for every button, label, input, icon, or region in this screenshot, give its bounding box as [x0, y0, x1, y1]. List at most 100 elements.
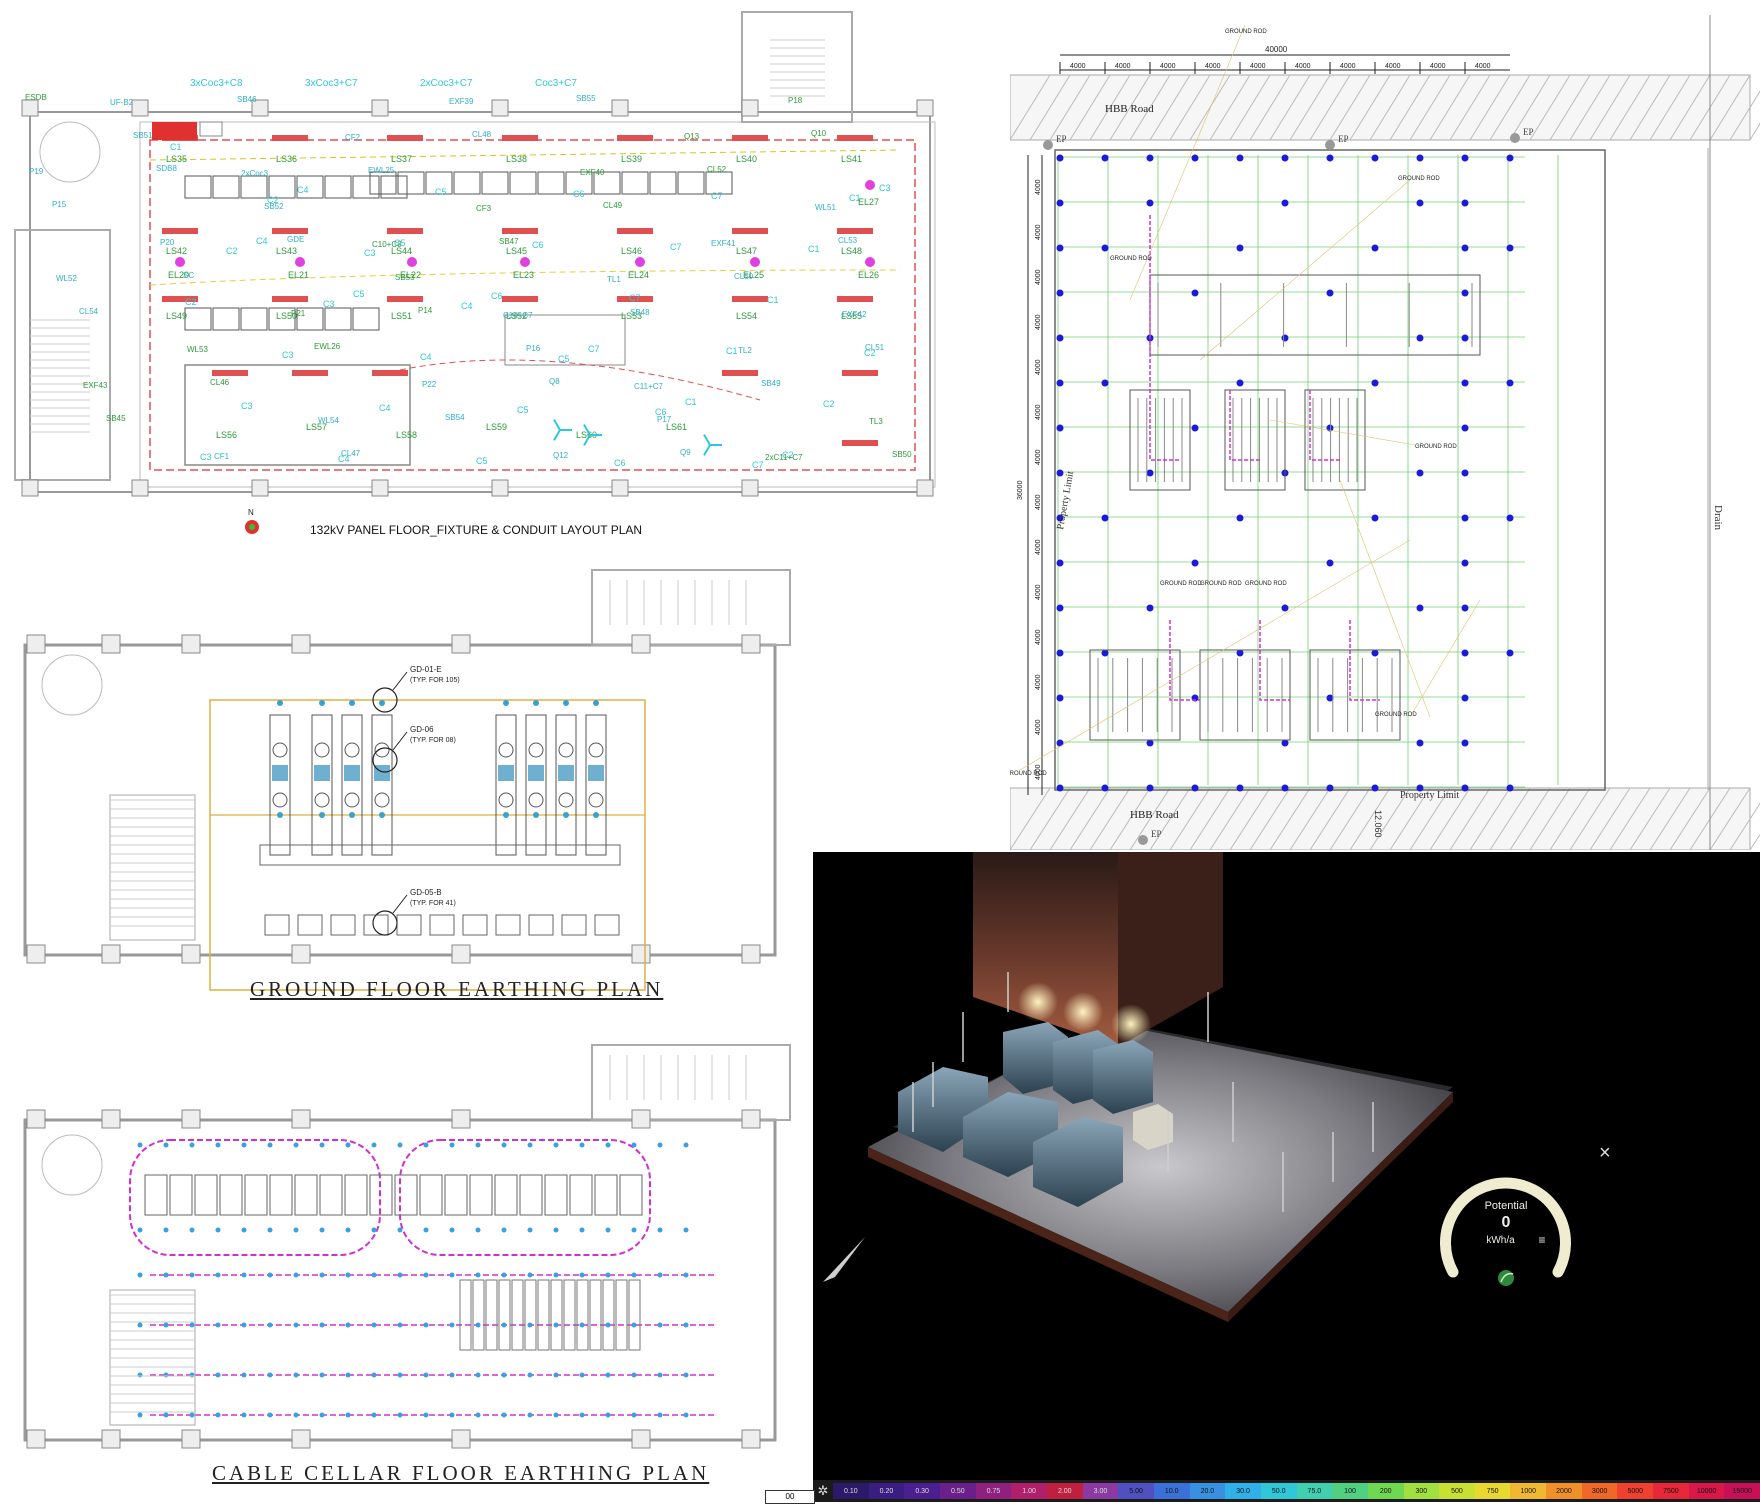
- svg-text:ESDB: ESDB: [25, 93, 47, 102]
- svg-text:C6: C6: [491, 291, 503, 301]
- svg-text:4000: 4000: [1035, 494, 1042, 510]
- svg-text:4000: 4000: [1035, 539, 1042, 555]
- svg-text:C3: C3: [282, 350, 294, 360]
- legend-cell: 3000: [1581, 1483, 1618, 1499]
- svg-text:CL53: CL53: [838, 236, 858, 245]
- svg-text:GROUND ROD: GROUND ROD: [1375, 712, 1417, 718]
- svg-text:C4: C4: [297, 185, 309, 195]
- svg-text:C4: C4: [461, 301, 473, 311]
- svg-text:GROUND ROD: GROUND ROD: [1398, 176, 1440, 182]
- svg-text:SB50: SB50: [892, 450, 912, 459]
- svg-text:LS54: LS54: [736, 311, 757, 321]
- legend-cell: 10.0: [1153, 1483, 1190, 1499]
- svg-text:HBB Road: HBB Road: [1105, 103, 1154, 115]
- svg-text:C2: C2: [226, 246, 238, 256]
- svg-text:CL48: CL48: [472, 130, 492, 139]
- site-plan-drawing: HBB Road HBB Road 40000 4000 4000 4000 4000 400…: [1010, 15, 1760, 850]
- svg-text:EP: EP: [1338, 134, 1349, 144]
- svg-text:EXF43: EXF43: [83, 381, 108, 390]
- svg-text:LS42: LS42: [166, 246, 187, 256]
- svg-text:GD-05-B: GD-05-B: [410, 888, 442, 897]
- svg-text:CF2: CF2: [345, 133, 361, 142]
- svg-text:C7: C7: [711, 191, 723, 201]
- svg-text:Q8: Q8: [549, 377, 560, 386]
- svg-text:C5: C5: [517, 405, 529, 415]
- svg-text:EL21: EL21: [288, 270, 309, 280]
- svg-text:P19: P19: [29, 167, 44, 176]
- svg-text:Q12: Q12: [553, 451, 569, 460]
- svg-text:C7: C7: [588, 344, 600, 354]
- legend-cell: 75.0: [1296, 1483, 1333, 1499]
- svg-text:CF3: CF3: [476, 204, 492, 213]
- svg-text:SB51: SB51: [133, 131, 153, 140]
- svg-text:LS48: LS48: [841, 246, 862, 256]
- svg-text:2xC11+C7: 2xC11+C7: [765, 453, 803, 462]
- svg-text:C1: C1: [808, 244, 820, 254]
- svg-text:4000: 4000: [1035, 179, 1042, 195]
- svg-text:GROUND ROD: GROUND ROD: [1200, 581, 1242, 587]
- svg-text:Property Limit: Property Limit: [1400, 790, 1459, 801]
- svg-text:WL54: WL54: [318, 416, 339, 425]
- svg-text:C1: C1: [767, 295, 779, 305]
- svg-text:SB55: SB55: [576, 94, 596, 103]
- svg-text:4000: 4000: [1295, 63, 1311, 70]
- svg-text:HBB Road: HBB Road: [1130, 809, 1179, 821]
- svg-text:4000: 4000: [1035, 629, 1042, 645]
- settings-gear-icon[interactable]: ✲: [813, 1483, 833, 1499]
- svg-text:LS58: LS58: [396, 430, 417, 440]
- legend-cell: 0.10: [833, 1483, 869, 1499]
- svg-text:GD-06: GD-06: [410, 725, 434, 734]
- svg-text:4000: 4000: [1035, 674, 1042, 690]
- svg-text:SB48: SB48: [630, 308, 650, 317]
- legend-cell: 10000: [1688, 1483, 1725, 1499]
- svg-text:EWL25: EWL25: [368, 166, 395, 175]
- svg-text:SB47: SB47: [499, 237, 519, 246]
- svg-text:TL2: TL2: [738, 346, 752, 355]
- svg-text:C4: C4: [420, 352, 432, 362]
- cable-cellar-earthing-plan: CABLE CELLAR FLOOR EARTHING PLAN: [0, 1025, 810, 1502]
- svg-text:3xCoc3+C7: 3xCoc3+C7: [305, 78, 358, 89]
- legend-cell: 100: [1332, 1483, 1368, 1499]
- svg-text:TL1: TL1: [607, 275, 621, 284]
- svg-text:C3: C3: [241, 401, 253, 411]
- svg-text:EL26: EL26: [858, 270, 879, 280]
- svg-text:CL50: CL50: [734, 272, 754, 281]
- svg-text:GROUND ROD: GROUND ROD: [1010, 771, 1047, 777]
- render-3d-scene: [823, 852, 1571, 1322]
- svg-text:P21: P21: [291, 309, 306, 318]
- svg-text:LS38: LS38: [506, 154, 527, 164]
- svg-text:LS59: LS59: [486, 422, 507, 432]
- svg-text:P15: P15: [52, 200, 67, 209]
- svg-text:EP: EP: [1523, 127, 1534, 137]
- svg-text:C6: C6: [614, 458, 626, 468]
- svg-text:C6: C6: [532, 240, 544, 250]
- svg-text:TL3: TL3: [869, 417, 883, 426]
- svg-text:C2: C2: [185, 297, 197, 307]
- ground-floor-title: GROUND FLOOR EARTHING PLAN: [250, 977, 664, 1001]
- site-earthing-plan: HBB Road HBB Road 40000 4000 4000 4000 4000 400…: [1010, 0, 1760, 850]
- svg-text:LS51: LS51: [391, 311, 412, 321]
- svg-text:LS36: LS36: [276, 154, 297, 164]
- svg-text:EL24: EL24: [628, 270, 649, 280]
- svg-text:C3: C3: [364, 248, 376, 258]
- svg-text:Q9: Q9: [680, 448, 691, 457]
- svg-text:SB46: SB46: [237, 95, 257, 104]
- svg-text:4000: 4000: [1340, 63, 1356, 70]
- render-3d-viewport[interactable]: × Potential 0 kWh/a ≡ ✲ 0.10 0.20 0.30 0.50…: [813, 852, 1760, 1502]
- svg-text:CL46: CL46: [210, 378, 230, 387]
- svg-text:SC: SC: [183, 271, 194, 280]
- legend-cell: 0.30: [904, 1483, 940, 1499]
- legend-cell: 0.50: [939, 1483, 976, 1499]
- svg-text:C5: C5: [476, 456, 488, 466]
- gauge-menu-button[interactable]: ≡: [1535, 1233, 1549, 1247]
- svg-text:LS56: LS56: [216, 430, 237, 440]
- close-button[interactable]: ×: [1599, 1142, 1611, 1165]
- leaf-plug-icon: [1498, 1270, 1514, 1286]
- svg-text:GROUND ROD: GROUND ROD: [1415, 444, 1457, 450]
- legend-cell: 0.20: [868, 1483, 905, 1499]
- svg-text:SB53: SB53: [395, 273, 415, 282]
- svg-text:CL47: CL47: [341, 449, 361, 458]
- svg-text:EXF41: EXF41: [711, 239, 736, 248]
- fixture-plan-title: 132kV PANEL FLOOR_FIXTURE & CONDUIT LAYO…: [310, 523, 643, 537]
- svg-text:CL52: CL52: [707, 165, 727, 174]
